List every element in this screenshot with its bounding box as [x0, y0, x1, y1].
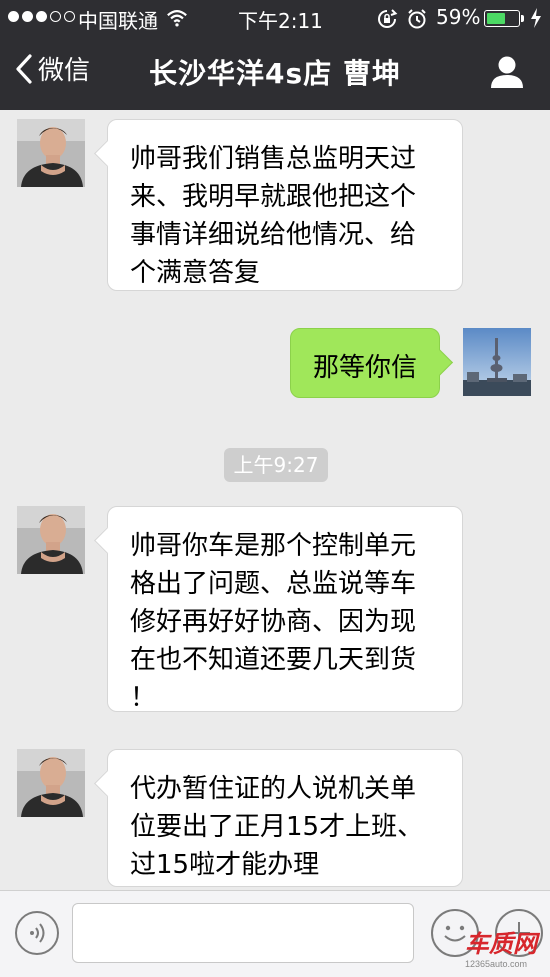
status-bar: 中国联通 下午2:11 59% [0, 0, 550, 36]
voice-button[interactable] [15, 911, 59, 955]
watermark-title: 车质网 [465, 931, 537, 958]
person-icon[interactable] [490, 54, 524, 88]
watermark-url: 12365auto.com [465, 959, 528, 969]
battery-icon [484, 10, 520, 27]
message-input[interactable] [72, 903, 414, 963]
signal-dot [50, 11, 61, 22]
signal-strength-icon [8, 11, 75, 22]
battery-tip [521, 15, 524, 22]
contact-avatar[interactable] [17, 119, 85, 187]
signal-dot [22, 11, 33, 22]
alarm-icon [408, 9, 426, 29]
battery-level [487, 13, 506, 24]
user-avatar[interactable] [463, 328, 531, 396]
time-divider: 上午9:27 [224, 448, 328, 482]
contact-avatar[interactable] [17, 749, 85, 817]
top-bar: 中国联通 下午2:11 59% 微信 长沙华洋4s店 曹坤 [0, 0, 550, 110]
message-bubble-incoming[interactable]: 帅哥我们销售总监明天过 来、我明早就跟他把这个 事情详细说给他情况、给 个满意答… [107, 119, 463, 291]
message-bubble-outgoing[interactable]: 那等你信 [290, 328, 440, 398]
carrier-name: 中国联通 [78, 9, 158, 33]
signal-dot [8, 11, 19, 22]
signal-dot [64, 11, 75, 22]
message-text: 那等你信 [313, 353, 418, 383]
battery-percent: 59% [436, 5, 481, 29]
voice-icon [30, 923, 45, 943]
message-bubble-incoming[interactable]: 代办暂住证的人说机关单 位要出了正月15才上班、 过15啦才能办理 [107, 749, 463, 887]
status-time: 下午2:11 [238, 9, 323, 33]
charging-icon [531, 8, 541, 28]
watermark-logo: 车质网 12365auto.com [465, 932, 550, 976]
navigation-bar: 微信 长沙华洋4s店 曹坤 [0, 36, 550, 110]
message-text: 帅哥我们销售总监明天过 来、我明早就跟他把这个 事情详细说给他情况、给 个满意答… [130, 144, 417, 288]
rotation-lock-icon [378, 9, 398, 28]
message-text: 帅哥你车是那个控制单元 格出了问题、总监说等车 修好再好好协商、因为现 在也不知… [130, 531, 417, 713]
contact-avatar[interactable] [17, 506, 85, 574]
message-text: 代办暂住证的人说机关单 位要出了正月15才上班、 过15啦才能办理 [130, 774, 424, 880]
chat-title: 长沙华洋4s店 曹坤 [149, 57, 401, 90]
chat-area[interactable]: 帅哥我们销售总监明天过 来、我明早就跟他把这个 事情详细说给他情况、给 个满意答… [0, 110, 550, 890]
message-bubble-incoming[interactable]: 帅哥你车是那个控制单元 格出了问题、总监说等车 修好再好好协商、因为现 在也不知… [107, 506, 463, 713]
signal-dot [36, 11, 47, 22]
wifi-icon [167, 10, 187, 27]
